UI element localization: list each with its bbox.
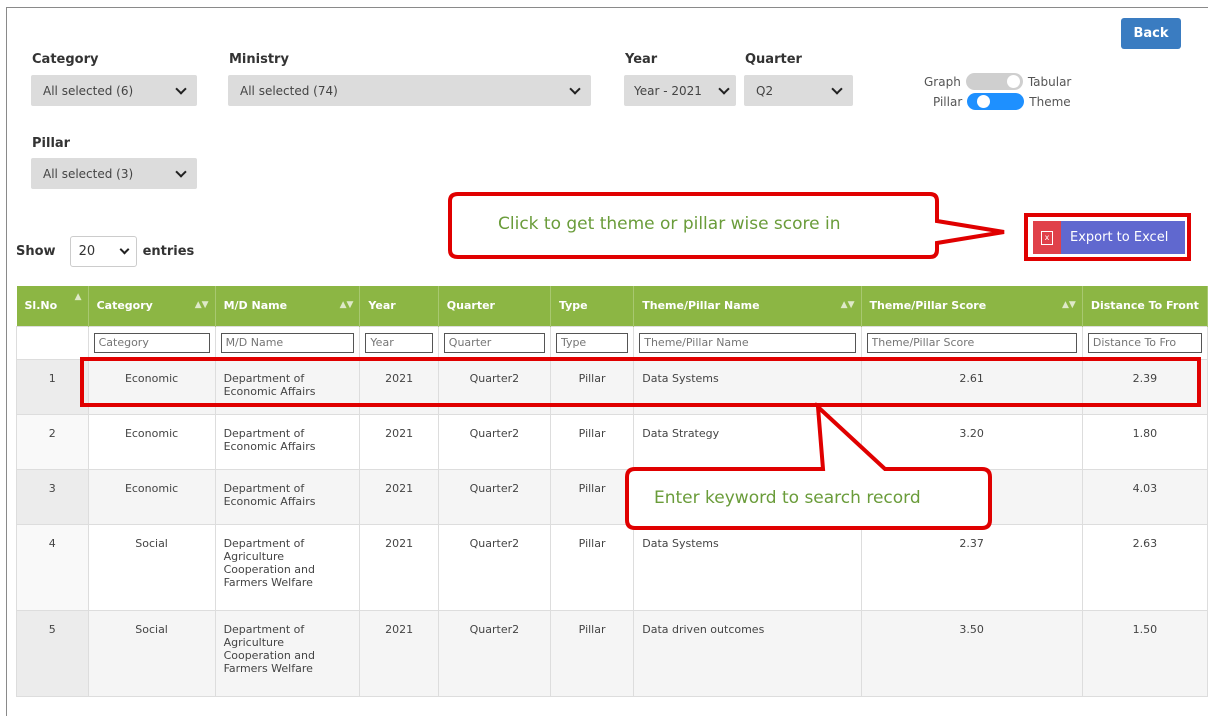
callout-export-text: Click to get theme or pillar wise score … [498, 214, 841, 234]
callout-search-bubble [625, 402, 992, 530]
callout-search-text: Enter keyword to search record [654, 488, 921, 508]
callout-export-bubble [448, 192, 1005, 530]
